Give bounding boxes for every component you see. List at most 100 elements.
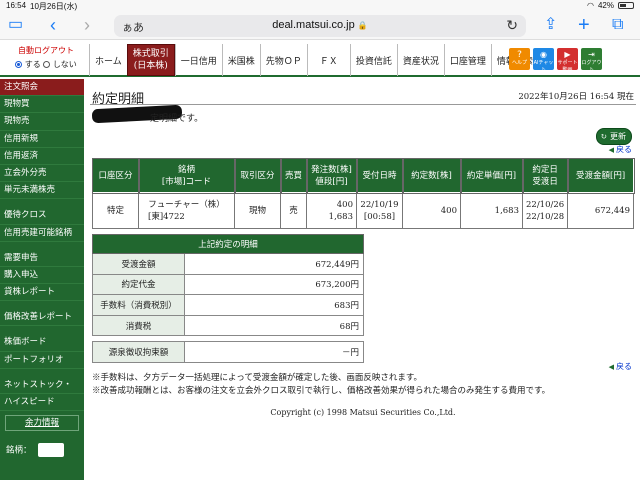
wifi-icon: ◠ bbox=[587, 1, 594, 10]
col-exec-qty: 約定数[株] bbox=[401, 157, 462, 194]
video-icon: ▶ bbox=[564, 50, 571, 59]
buying-power-link[interactable]: 余力情報 bbox=[5, 415, 79, 432]
tabs-icon[interactable]: ⧉ bbox=[612, 16, 623, 34]
site-header: 自動ログアウト する しない ホーム 株式取引 (日本株) 一日信用 米国株 先物… bbox=[0, 41, 640, 77]
battery-icon bbox=[618, 2, 634, 9]
sidebar-item-short-available[interactable]: 信用売建可能銘柄 bbox=[0, 225, 84, 242]
sidebar-toggle-icon[interactable]: ▭ bbox=[8, 16, 23, 34]
col-order-qty: 発注数[株] 値段[円] bbox=[305, 157, 358, 194]
sidebar-item-order-inquiry[interactable]: 注文照会 bbox=[0, 79, 84, 97]
nav-fx[interactable]: ＦＸ bbox=[306, 44, 350, 76]
withholding-row: 源泉徴収拘束額 －円 bbox=[92, 341, 364, 363]
new-tab-icon[interactable]: + bbox=[578, 15, 590, 35]
url-text: deal.matsui.co.jp 🔒 bbox=[272, 19, 368, 31]
cell-exec-qty: 400 bbox=[402, 192, 461, 229]
cell-stock: フューチャー（株） [東]4722 bbox=[138, 192, 235, 229]
col-side: 売買 bbox=[279, 157, 308, 194]
sidebar-item-off-floor[interactable]: 立会外分売 bbox=[0, 165, 84, 183]
sidebar-item-margin-close[interactable]: 信用返済 bbox=[0, 148, 84, 165]
browser-toolbar: ▭ ‹ › ぁあ deal.matsui.co.jp 🔒 ↻ ⇪ + ⧉ bbox=[0, 12, 640, 40]
logout-icon: ⇥ bbox=[588, 50, 595, 59]
ai-chat-button[interactable]: ◉ AIチャット bbox=[533, 48, 554, 73]
help-button[interactable]: ? ヘルプ bbox=[509, 48, 530, 70]
detail-caption: 上記約定の明細 bbox=[92, 234, 364, 254]
ticker-input-row: 銘柄： bbox=[0, 443, 84, 458]
col-received: 受付日時 bbox=[355, 157, 404, 194]
cell-trade-type: 現物 bbox=[234, 192, 281, 229]
back-link-top[interactable]: 戻る bbox=[609, 144, 632, 155]
sidebar-item-margin-new[interactable]: 信用新規 bbox=[0, 131, 84, 148]
table-header-row: 口座区分 銘柄 [市場]コード 取引区分 売買 発注数[株] 値段[円] 受付日時 … bbox=[91, 157, 635, 194]
sidebar-item-lending-report[interactable]: 貸株レポート bbox=[0, 284, 84, 302]
auto-logout-off-radio[interactable] bbox=[43, 61, 51, 68]
sidebar-item-portfolio[interactable]: ポートフォリオ bbox=[0, 352, 84, 369]
col-dates: 約定日 受渡日 bbox=[521, 157, 569, 194]
reload-icon[interactable]: ↻ bbox=[506, 17, 518, 34]
back-arrow-icon[interactable]: ‹ bbox=[50, 16, 56, 34]
sidebar-item-demand-report[interactable]: 需要申告 bbox=[0, 250, 84, 267]
cell-account: 特定 bbox=[92, 192, 139, 229]
status-bar: 16:54 10月26日(水) ◠ 42% bbox=[0, 0, 640, 12]
sidebar-item-purchase-apply[interactable]: 購入申込 bbox=[0, 267, 84, 285]
execution-table: 口座区分 銘柄 [市場]コード 取引区分 売買 発注数[株] 値段[円] 受付日時 … bbox=[91, 157, 635, 229]
clock: 16:54 bbox=[6, 1, 27, 10]
main-content: 約定明細 2022年10月26日 16:54 現在 定明細です。 更新 戻る 口… bbox=[88, 80, 638, 480]
back-link-bottom[interactable]: 戻る bbox=[609, 361, 632, 372]
nav-day-margin[interactable]: 一日信用 bbox=[174, 44, 222, 76]
share-icon[interactable]: ⇪ bbox=[544, 16, 557, 34]
footnotes: ※手数料は、夕方データ一括処理によって受渡金額が確定した後、画面反映されます。 … bbox=[92, 372, 550, 398]
battery-percent: 42% bbox=[597, 1, 614, 10]
main-nav: ホーム 株式取引 (日本株) 一日信用 米国株 先物ＯＰ ＦＸ 投資信託 資産状況… bbox=[89, 44, 538, 76]
update-button[interactable]: 更新 bbox=[596, 128, 632, 145]
intro-text: 定明細です。 bbox=[150, 114, 204, 124]
cell-received: 22/10/19 [00:58] bbox=[356, 192, 403, 229]
nav-stock-trading[interactable]: 株式取引 (日本株) bbox=[126, 44, 175, 76]
nav-us-stocks[interactable]: 米国株 bbox=[221, 44, 260, 76]
nav-futures-options[interactable]: 先物ＯＰ bbox=[259, 44, 307, 76]
auto-logout-on-radio[interactable] bbox=[15, 61, 23, 68]
date: 10月26日(水) bbox=[30, 2, 78, 11]
auto-logout: 自動ログアウト する しない bbox=[4, 45, 88, 70]
nav-account[interactable]: 口座管理 bbox=[443, 44, 491, 76]
copyright: Copyright (c) 1998 Matsui Securities Co.… bbox=[270, 408, 456, 417]
nav-home[interactable]: ホーム bbox=[89, 44, 127, 76]
sidebar: 注文照会 現物買 現物売 信用新規 信用返済 立会外分売 単元未満株売 優待クロ… bbox=[0, 79, 84, 480]
timestamp: 2022年10月26日 16:54 現在 bbox=[518, 92, 634, 102]
col-stock: 銘柄 [市場]コード bbox=[137, 157, 236, 194]
chat-icon: ◉ bbox=[540, 50, 547, 59]
status-icons: ◠ 42% bbox=[587, 1, 634, 10]
cell-exec-price: 1,683 bbox=[460, 192, 523, 229]
sidebar-item-cash-sell[interactable]: 現物売 bbox=[0, 113, 84, 131]
sidebar-item-netstock-2[interactable]: ハイスピード bbox=[0, 394, 84, 412]
address-bar[interactable]: ぁあ deal.matsui.co.jp 🔒 ↻ bbox=[114, 15, 526, 37]
footnote-fee: ※手数料は、夕方データ一括処理によって受渡金額が確定した後、画面反映されます。 bbox=[92, 373, 422, 383]
sidebar-item-stock-board[interactable]: 株価ボード bbox=[0, 334, 84, 352]
col-exec-price: 約定単価[円] bbox=[459, 157, 524, 194]
sidebar-item-odd-lot[interactable]: 単元未満株売 bbox=[0, 182, 84, 200]
table-row: 特定 フューチャー（株） [東]4722 現物 売 400 1,683 22/10/… bbox=[92, 192, 634, 229]
sidebar-item-netstock-1[interactable]: ネットストック・ bbox=[0, 377, 84, 394]
cell-side: 売 bbox=[280, 192, 307, 229]
cell-order-qty: 400 1,683 bbox=[306, 192, 357, 229]
nav-assets[interactable]: 資産状況 bbox=[396, 44, 444, 76]
sidebar-item-yutai-cross[interactable]: 優待クロス bbox=[0, 207, 84, 225]
detail-row: 約定代金 673,200円 bbox=[92, 273, 364, 296]
ticker-input[interactable] bbox=[37, 443, 64, 458]
sidebar-item-cash-buy[interactable]: 現物買 bbox=[0, 96, 84, 114]
help-icon: ? bbox=[517, 50, 522, 60]
footnote-improvement: ※改善成功報酬とは、お客様の注文を立会外クロス取引で執行し、価格改善効果が得られ… bbox=[92, 386, 551, 396]
forward-arrow-icon[interactable]: › bbox=[84, 16, 90, 34]
header-tiles: ? ヘルプ ◉ AIチャット ▶ サポート動画 ⇥ ログアウト bbox=[509, 48, 602, 73]
col-account: 口座区分 bbox=[91, 157, 140, 194]
logout-button[interactable]: ⇥ ログアウト bbox=[581, 48, 602, 73]
nav-mutual-funds[interactable]: 投資信託 bbox=[349, 44, 397, 76]
detail-row: 消費税 68円 bbox=[92, 314, 364, 337]
detail-row: 受渡金額 672,449円 bbox=[92, 253, 364, 275]
support-video-button[interactable]: ▶ サポート動画 bbox=[557, 48, 578, 73]
cell-settle-amount: 672,449 bbox=[567, 192, 634, 229]
col-trade-type: 取引区分 bbox=[233, 157, 282, 194]
sidebar-item-price-improvement[interactable]: 価格改善レポート bbox=[0, 309, 84, 327]
detail-table: 上記約定の明細 受渡金額 672,449円 約定代金 673,200円 手数料（消費… bbox=[92, 234, 364, 363]
detail-row: 手数料（消費税別） 683円 bbox=[92, 294, 364, 316]
col-settle-amount: 受渡金額[円] bbox=[566, 157, 635, 194]
